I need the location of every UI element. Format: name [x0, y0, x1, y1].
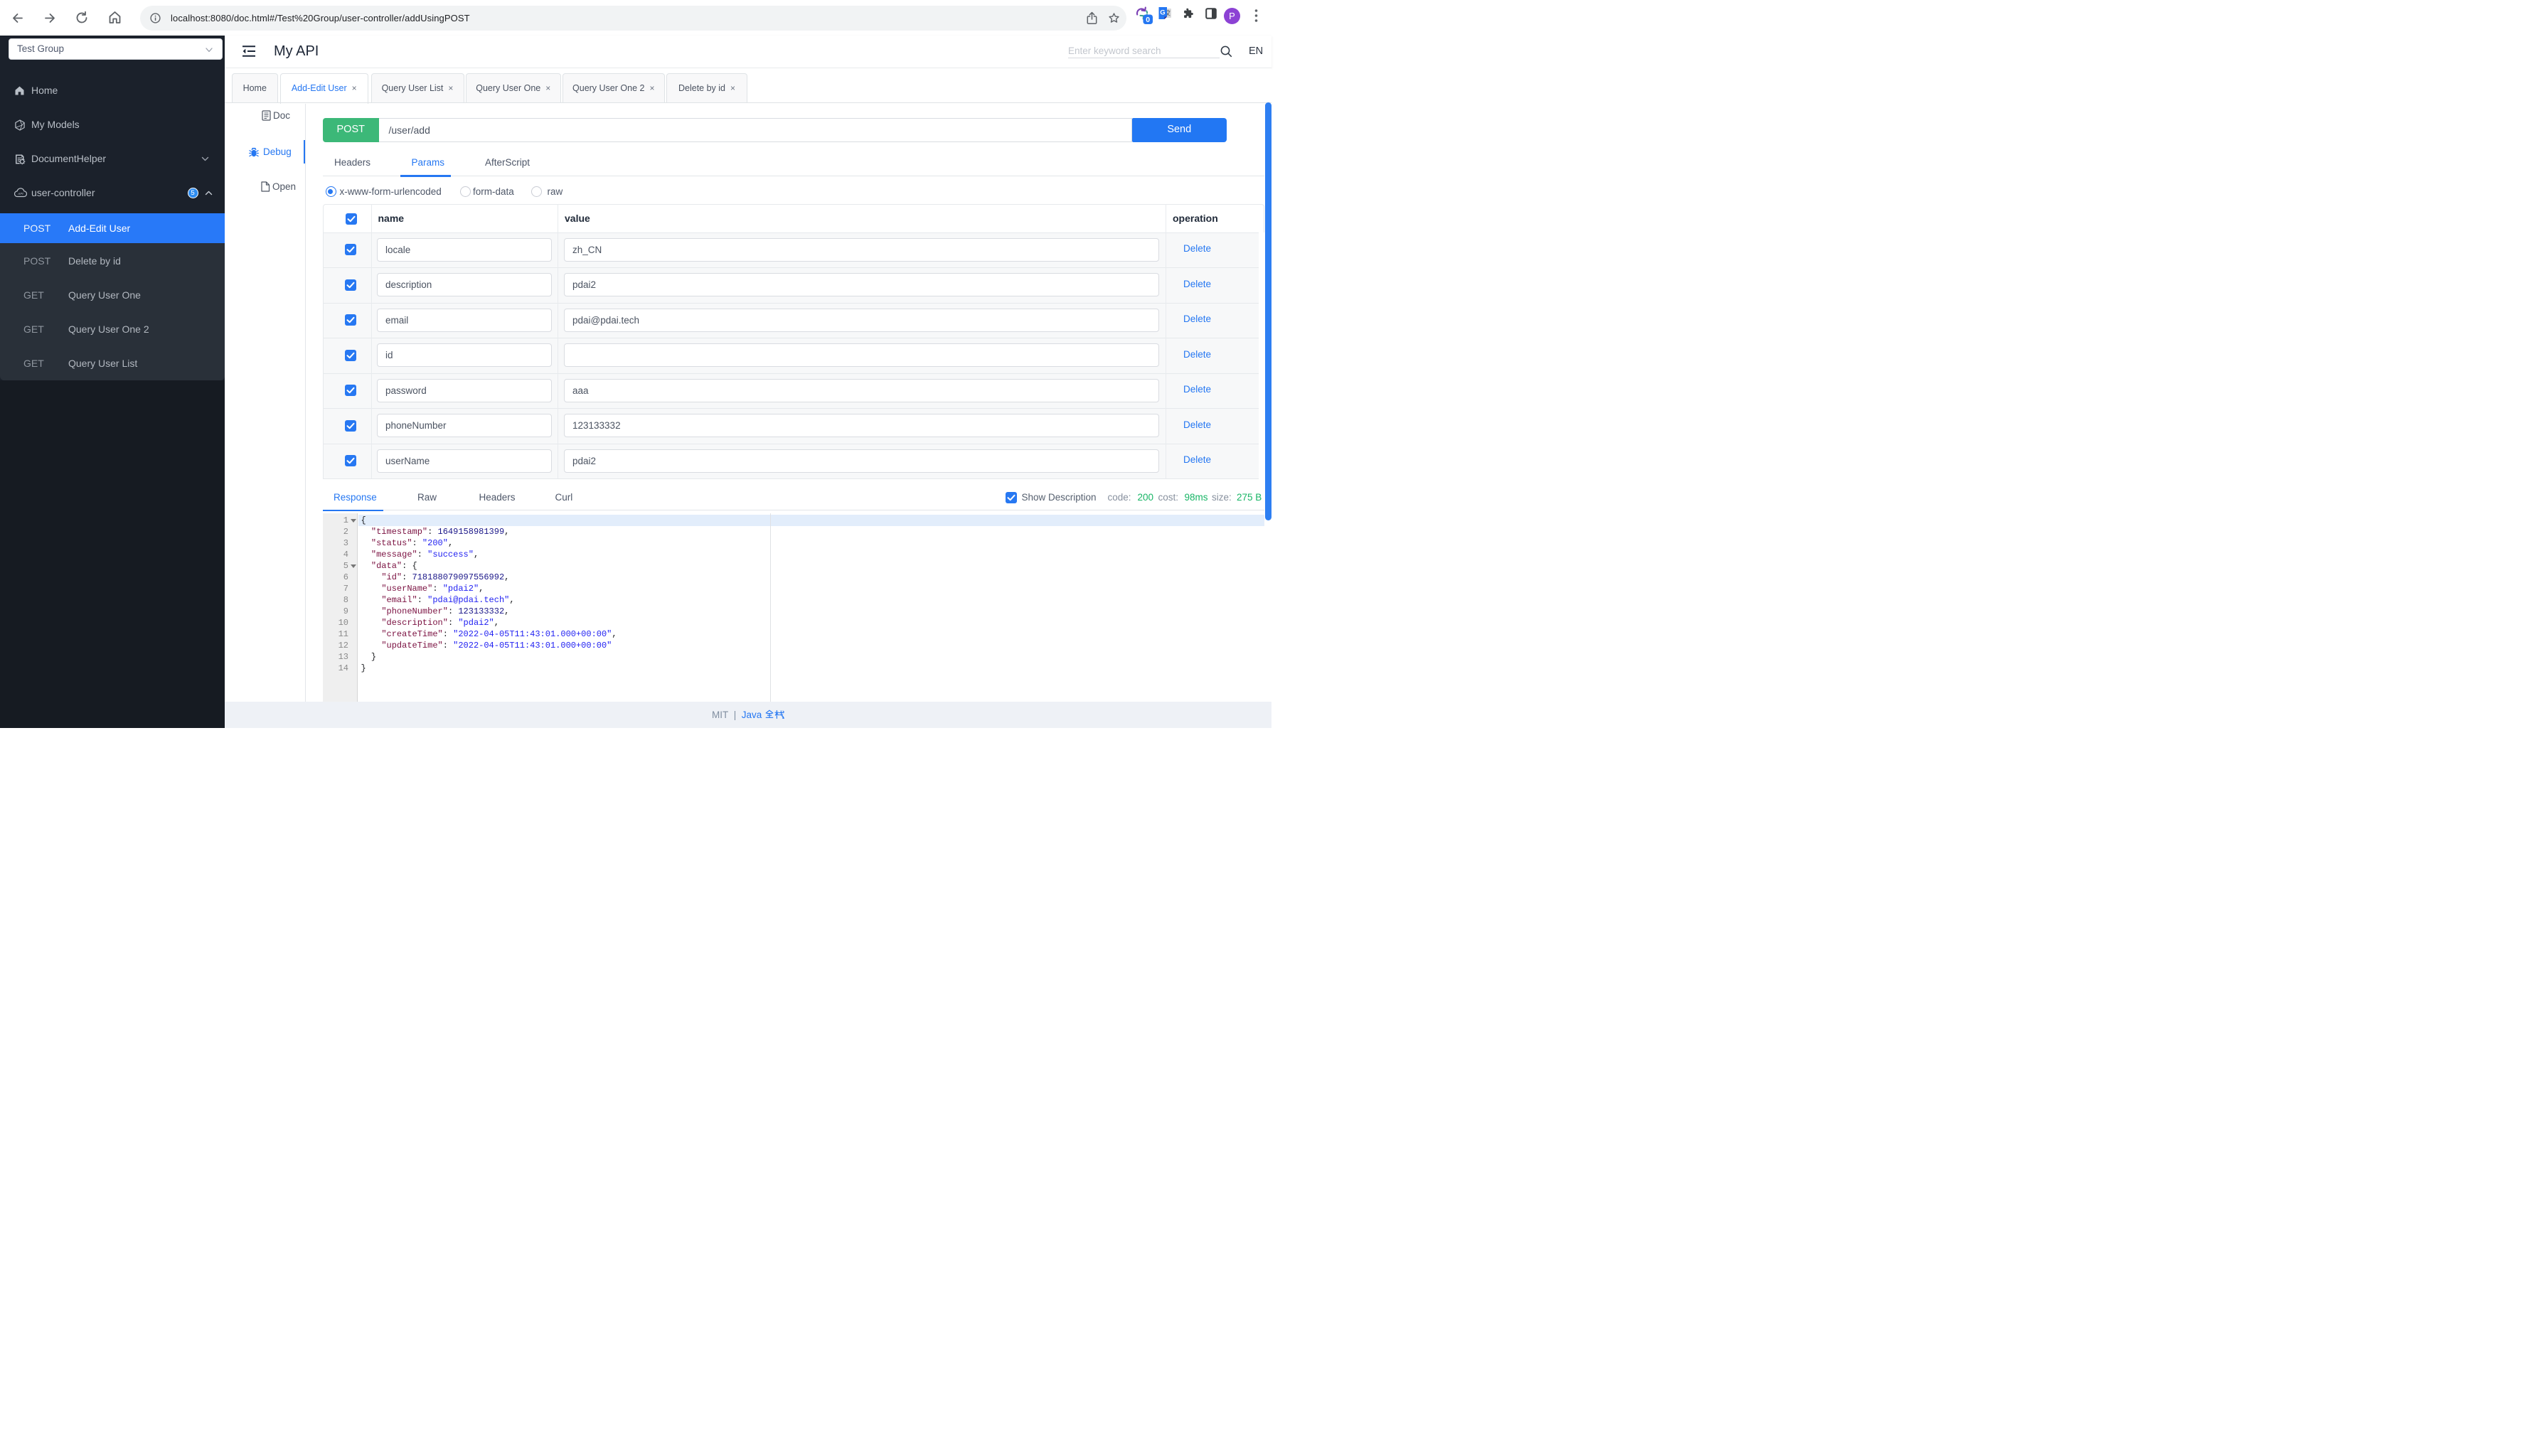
svg-text:API: API [17, 192, 23, 196]
svg-text:0: 0 [1146, 16, 1150, 24]
svg-text:G: G [1160, 9, 1165, 17]
